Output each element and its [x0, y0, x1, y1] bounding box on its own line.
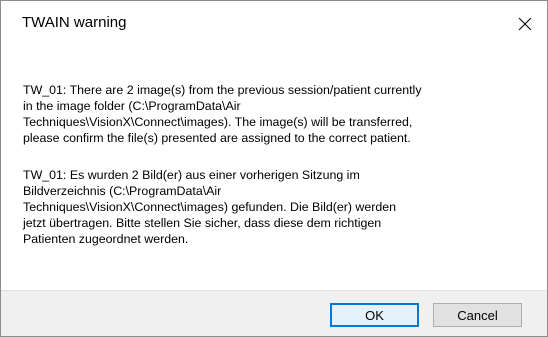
- close-icon: [518, 17, 532, 30]
- button-bar: OK Cancel: [1, 290, 547, 336]
- message-german: TW_01: Es wurden 2 Bild(er) aus einer vo…: [23, 168, 397, 246]
- twain-warning-dialog: TWAIN warning TW_01: There are 2 image(s…: [0, 0, 548, 337]
- cancel-button[interactable]: Cancel: [433, 303, 522, 327]
- dialog-title: TWAIN warning: [22, 14, 127, 31]
- message-area: TW_01: There are 2 image(s) from the pre…: [1, 46, 547, 290]
- close-button[interactable]: [503, 1, 547, 46]
- ok-button[interactable]: OK: [330, 303, 419, 327]
- title-bar: TWAIN warning: [1, 1, 547, 46]
- message-english: TW_01: There are 2 image(s) from the pre…: [23, 83, 422, 145]
